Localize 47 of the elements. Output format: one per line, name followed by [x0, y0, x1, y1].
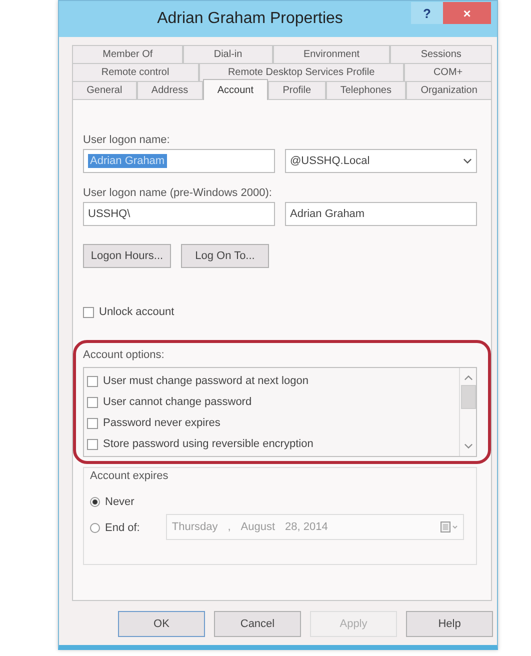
option-label[interactable]: Store password using reversible encryption — [103, 438, 314, 450]
field-label: User logon name (pre-Windows 2000): — [83, 187, 273, 199]
button[interactable]: Logon Hours... — [83, 244, 171, 268]
scroll-up-icon[interactable] — [464, 375, 472, 381]
tab[interactable]: Remote control — [72, 63, 199, 81]
radio-button[interactable] — [90, 523, 100, 533]
tab[interactable]: General — [72, 81, 137, 99]
button[interactable]: Help — [406, 611, 493, 637]
tab[interactable]: Member Of — [72, 45, 184, 63]
checkbox[interactable] — [87, 396, 98, 408]
tab[interactable]: Environment — [272, 45, 390, 63]
checkbox[interactable] — [87, 418, 98, 428]
tab[interactable]: Address — [136, 81, 203, 99]
radio-button[interactable] — [90, 497, 100, 507]
input-field[interactable]: Adrian Graham — [285, 202, 477, 226]
scroll-down-icon[interactable] — [464, 443, 472, 449]
tab[interactable]: Remote Desktop Services Profile — [198, 63, 404, 81]
tab[interactable]: Sessions — [390, 45, 492, 63]
option-label[interactable]: Password never expires — [103, 417, 220, 429]
chevron-icon — [463, 158, 472, 164]
button[interactable]: Cancel — [214, 611, 301, 637]
checkbox[interactable] — [87, 376, 98, 386]
scroll-thumb[interactable] — [460, 385, 476, 409]
button[interactable]: OK — [118, 611, 205, 637]
domain-dropdown[interactable]: @USSHQ.Local — [285, 149, 477, 173]
scrollbar[interactable] — [459, 368, 476, 456]
option-label[interactable]: User cannot change password — [103, 396, 252, 408]
radio-label: End of: — [105, 522, 140, 534]
option-label[interactable]: User must change password at next logon — [103, 375, 308, 387]
group-label: Account options: — [83, 349, 166, 361]
checkbox[interactable] — [83, 306, 94, 318]
tab[interactable]: Telephones — [326, 81, 406, 99]
help-button[interactable]: ? — [411, 2, 443, 24]
group-label: Account expires — [90, 470, 170, 482]
close-button[interactable]: × — [443, 2, 491, 24]
tab[interactable]: Account — [202, 79, 268, 100]
tab[interactable]: Profile — [268, 81, 326, 99]
button[interactable]: Log On To... — [181, 244, 269, 268]
tab[interactable]: COM+ — [404, 63, 492, 81]
input-field[interactable]: USSHQ\ — [83, 202, 275, 226]
checkbox[interactable] — [87, 438, 98, 450]
radio-label: Never — [105, 496, 134, 508]
checkbox-label: Unlock account — [99, 306, 174, 318]
field-label: User logon name: — [83, 134, 171, 146]
tab[interactable]: Organization — [406, 81, 492, 99]
tab[interactable]: Dial-in — [183, 45, 273, 63]
window-title: Adrian Graham Properties — [156, 10, 344, 28]
